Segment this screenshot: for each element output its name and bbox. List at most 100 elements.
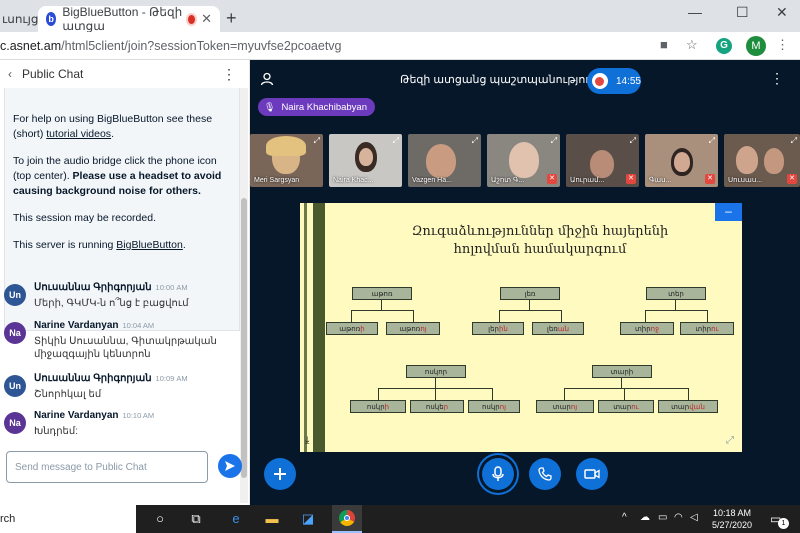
webcam-tile[interactable]: ⤢ Vazgen Ha... xyxy=(408,134,481,187)
leave-audio-button[interactable] xyxy=(529,458,561,490)
chat-scrollbar[interactable] xyxy=(240,88,248,503)
microphone-button[interactable] xyxy=(482,458,514,490)
camera-permission-icon[interactable]: ■ xyxy=(660,37,668,52)
notification-count: 1 xyxy=(778,518,789,529)
avatar: Na xyxy=(4,322,26,344)
actions-button[interactable] xyxy=(264,458,296,490)
diagram-head-box: լեռ xyxy=(500,287,560,300)
cortana-icon[interactable]: ○ xyxy=(150,509,170,529)
browser-menu-icon[interactable]: ⋮ xyxy=(776,37,789,53)
fullscreen-icon[interactable]: ⤢ xyxy=(726,435,734,446)
webcam-tile[interactable]: ⤢ Գաս... ✕ xyxy=(645,134,718,187)
chat-title: Public Chat xyxy=(22,67,84,81)
download-icon[interactable]: ⤓ xyxy=(305,435,309,446)
webcam-label: Սուսաս... xyxy=(728,177,763,184)
user-list-icon[interactable] xyxy=(260,72,274,86)
expand-icon[interactable]: ⤢ xyxy=(393,136,399,146)
notifications-icon[interactable]: ▭ 1 xyxy=(770,512,789,529)
recording-indicator[interactable]: 14:55 xyxy=(587,68,641,94)
taskbar-clock[interactable]: 10:18 AM 5/27/2020 xyxy=(706,507,758,531)
diagram-form-box: տիր ու xyxy=(680,322,734,335)
sender-name: Սուսաննա Գրիգորյան xyxy=(34,282,152,293)
address-bar[interactable]: c.asnet.am/html5client/join?sessionToken… xyxy=(0,32,800,60)
clock-date: 5/27/2020 xyxy=(711,520,753,530)
diagram-form-box: լեռ ան xyxy=(532,322,584,335)
message-text: Մերի, ԳԿՄԿ-ն ո՞նց է բացվում xyxy=(34,298,189,309)
chevron-left-icon[interactable]: ‹ xyxy=(8,67,12,81)
profile-avatar[interactable]: M xyxy=(746,36,766,56)
webcam-label: Աշոտ Գ... xyxy=(491,177,525,184)
microphone-icon: 🎙 xyxy=(264,101,276,112)
send-message-button[interactable] xyxy=(218,454,242,478)
task-view-icon[interactable]: ⧉ xyxy=(186,509,206,529)
diagram-form-box: տար վան xyxy=(658,400,718,413)
tutorial-videos-link[interactable]: tutorial videos xyxy=(46,128,111,140)
expand-icon[interactable]: ⤢ xyxy=(314,136,320,146)
close-window-button[interactable]: ✕ xyxy=(776,4,788,21)
clock-time: 10:18 AM xyxy=(712,508,752,518)
muted-icon: ✕ xyxy=(787,174,797,184)
tab-label: BigBlueButton - Թեզի ատցա xyxy=(62,5,183,33)
grammarly-extension-icon[interactable]: G xyxy=(716,38,732,54)
chrome-taskbar-button[interactable] xyxy=(332,505,362,533)
diagram-head-box: աթոռ xyxy=(352,287,412,300)
onedrive-icon[interactable]: ☁ xyxy=(640,512,650,523)
close-tab-icon[interactable]: ✕ xyxy=(201,11,212,27)
scrollbar-thumb[interactable] xyxy=(241,198,247,478)
webcam-label: Naira Khac... xyxy=(333,177,374,184)
new-tab-button[interactable]: + xyxy=(226,8,237,29)
app-icon[interactable]: ◪ xyxy=(298,509,318,529)
diagram-head-box: տեր xyxy=(646,287,706,300)
talking-indicator: 🎙 Naira Khachibabyan xyxy=(258,98,375,116)
bigbluebutton-link[interactable]: BigBlueButton xyxy=(116,239,183,251)
webcam-tile[interactable]: ⤢ Սուսաս... ✕ xyxy=(724,134,800,187)
meeting-title: Թեզի ատցանց պաշտպանություն xyxy=(400,74,598,86)
expand-icon[interactable]: ⤢ xyxy=(551,136,557,146)
diagram-form-box: ոսկր ի xyxy=(350,400,406,413)
file-explorer-icon[interactable]: ▬ xyxy=(262,509,282,529)
diagram-form-box: տիր ոջ xyxy=(620,322,674,335)
webcam-tile[interactable]: ⤢ Աշոտ Գ... ✕ xyxy=(487,134,560,187)
webcam-tile[interactable]: ⤢ Աուրամ... ✕ xyxy=(566,134,639,187)
expand-icon[interactable]: ⤢ xyxy=(709,136,715,146)
diagram-form-box: աթոռ ոյ xyxy=(386,322,440,335)
chat-message: Un Սուսաննա Գրիգորյան 10:09 AM Շնորհկալ ե… xyxy=(4,373,240,411)
webcam-tile[interactable]: ⤢ Meri Sargsyan xyxy=(250,134,323,187)
share-webcam-button[interactable] xyxy=(576,458,608,490)
record-icon xyxy=(592,73,608,89)
chat-options-icon[interactable]: ⋮ xyxy=(222,66,236,83)
chevron-up-icon[interactable]: ^ xyxy=(622,512,627,523)
browser-tab-1[interactable]: ւսույց xyxy=(0,6,39,32)
bookmark-star-icon[interactable]: ☆ xyxy=(686,37,698,53)
presentation-slide[interactable]: Զուգաձևություններ միջին հայերենի հոլովմա… xyxy=(300,203,742,452)
volume-icon[interactable]: ◁ xyxy=(690,512,698,523)
taskbar-search-box[interactable]: rch xyxy=(0,505,136,533)
avatar: Na xyxy=(4,412,26,434)
chat-header[interactable]: ‹ Public Chat ⋮ xyxy=(0,60,250,88)
expand-icon[interactable]: ⤢ xyxy=(791,136,797,146)
tab-label: ւսույց xyxy=(2,12,39,26)
minimize-window-button[interactable]: — xyxy=(688,4,702,20)
welcome-text: . xyxy=(182,239,186,251)
browser-tab-2[interactable]: b BigBlueButton - Թեզի ատցա ✕ xyxy=(38,5,220,33)
avatar: Un xyxy=(4,375,26,397)
url-text[interactable]: c.asnet.am/html5client/join?sessionToken… xyxy=(0,39,342,53)
sender-name: Narine Vardanyan xyxy=(34,410,119,421)
battery-icon[interactable]: ▭ xyxy=(658,512,667,523)
slide-title-line: հոլովման համակարգում xyxy=(453,242,627,257)
chat-message-input[interactable]: Send message to Public Chat xyxy=(6,451,208,483)
expand-icon[interactable]: ⤢ xyxy=(630,136,636,146)
options-menu-icon[interactable]: ⋮ xyxy=(770,70,784,87)
welcome-text: . xyxy=(111,128,114,140)
url-path: /html5client/join?sessionToken=myuvfse2p… xyxy=(61,39,342,53)
expand-icon[interactable]: ⤢ xyxy=(472,136,478,146)
browser-tab-bar: ւսույց b BigBlueButton - Թեզի ատցա ✕ + —… xyxy=(0,0,800,33)
webcam-label: Աուրամ... xyxy=(570,177,605,184)
maximize-window-button[interactable]: ☐ xyxy=(736,4,749,21)
minimize-presentation-button[interactable]: – xyxy=(715,203,742,221)
url-domain: c.asnet.am xyxy=(0,39,62,53)
chat-message: Na Narine Vardanyan 10:10 AM Խնդրեմ: xyxy=(4,410,240,448)
wifi-icon[interactable]: ◠ xyxy=(674,512,683,523)
edge-icon[interactable]: e xyxy=(226,509,246,529)
webcam-tile[interactable]: ⤢ Naira Khac... xyxy=(329,134,402,187)
